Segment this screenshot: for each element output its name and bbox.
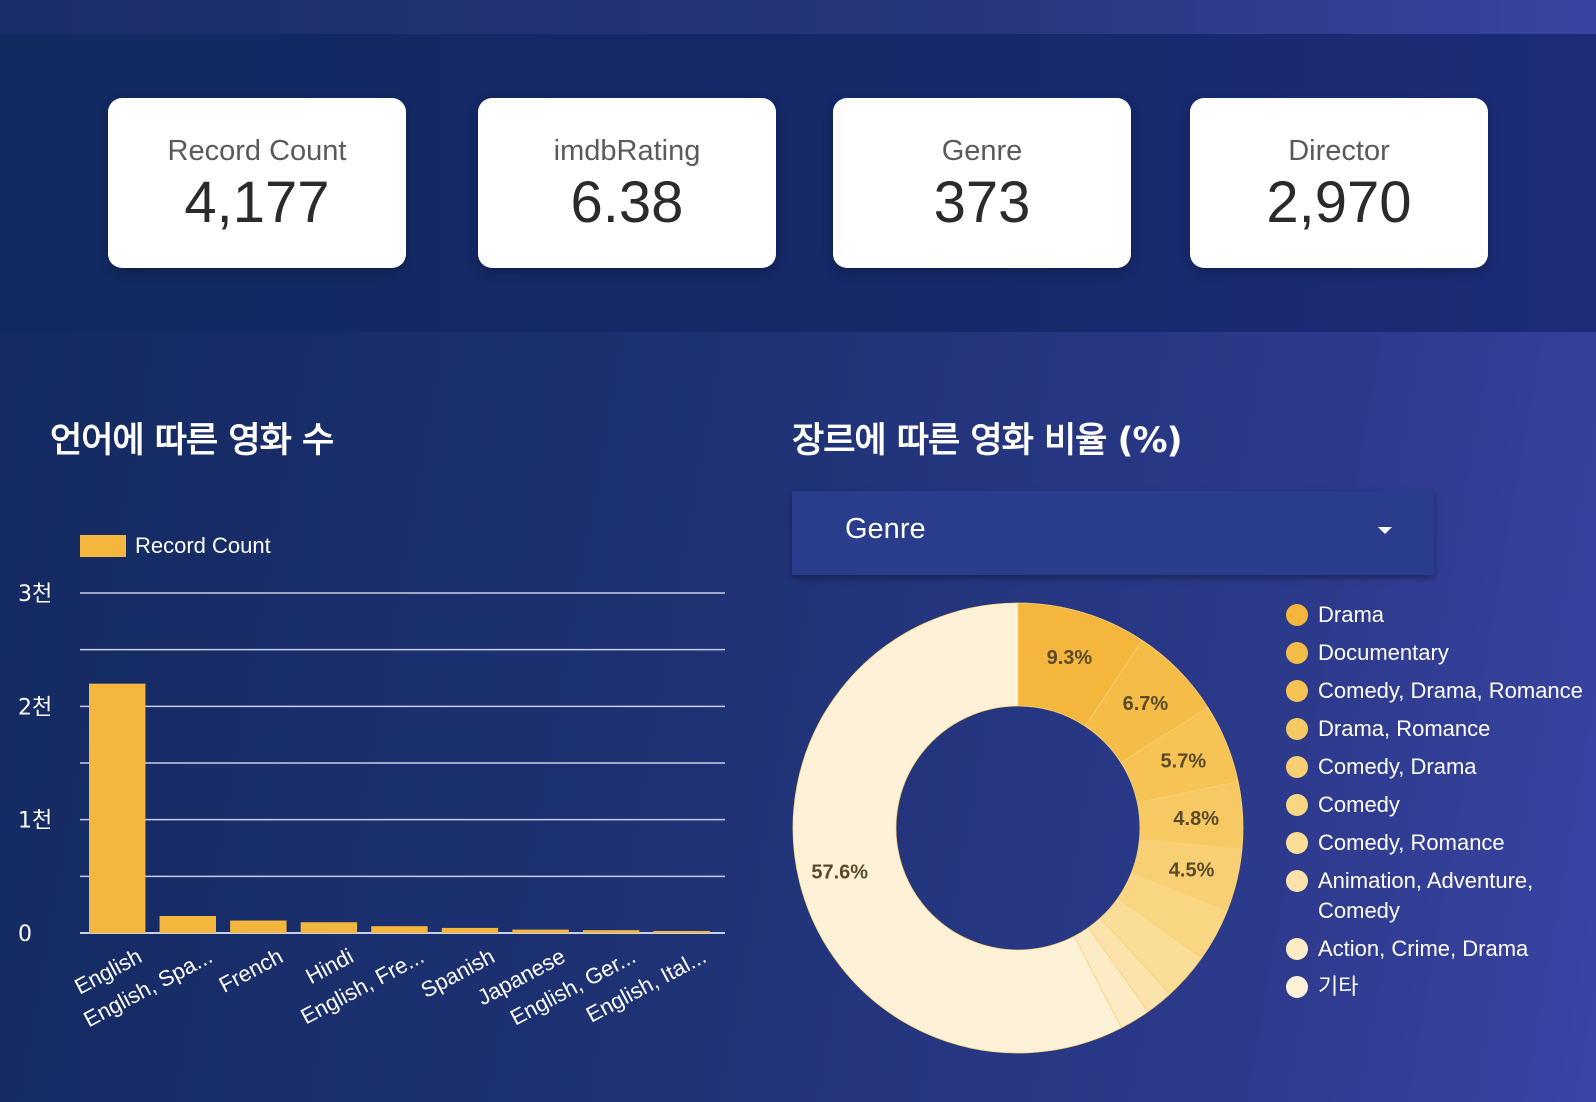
slice-label: 9.3% xyxy=(1047,647,1093,669)
slice-label: 5.7% xyxy=(1161,751,1207,773)
legend-item[interactable]: Drama, Romance xyxy=(1286,714,1586,744)
legend-dot xyxy=(1286,756,1308,778)
legend-item[interactable]: Comedy xyxy=(1286,790,1586,820)
legend-item[interactable]: Documentary xyxy=(1286,638,1586,668)
slice-label: 4.5% xyxy=(1169,860,1215,882)
kpi-card-director: Director 2,970 xyxy=(1190,98,1488,268)
donut-chart: 9.3% 6.7% 5.7% 4.8% 4.5% 57.6% xyxy=(792,602,1244,1054)
legend-dot xyxy=(1286,680,1308,702)
bar-chart-legend: Record Count xyxy=(80,531,271,561)
legend-item[interactable]: Animation, Adventure, Comedy xyxy=(1286,866,1586,926)
kpi-value: 373 xyxy=(933,170,1031,235)
legend-dot xyxy=(1286,642,1308,664)
legend-label: Comedy xyxy=(1318,792,1400,817)
legend-label: Comedy, Drama, Romance xyxy=(1318,678,1583,703)
legend-label: Documentary xyxy=(1318,640,1449,665)
y-tick-label: 2천 xyxy=(18,695,52,720)
y-tick-label: 3천 xyxy=(18,582,52,607)
legend-item[interactable]: Action, Crime, Drama xyxy=(1286,934,1586,964)
legend-dot xyxy=(1286,870,1308,892)
x-tick-label: French xyxy=(215,943,287,997)
legend-label: Record Count xyxy=(135,533,271,558)
kpi-label: Record Count xyxy=(167,135,347,167)
bar[interactable] xyxy=(89,683,146,933)
legend-dot xyxy=(1286,832,1308,854)
legend-label: Comedy, Romance xyxy=(1318,830,1505,855)
legend-dot xyxy=(1286,976,1308,998)
legend-dot xyxy=(1286,718,1308,740)
bar[interactable] xyxy=(582,930,640,933)
bar[interactable] xyxy=(230,920,287,933)
kpi-label: Genre xyxy=(941,135,1023,167)
bar[interactable] xyxy=(159,916,216,933)
legend-dot xyxy=(1286,604,1308,626)
bar[interactable] xyxy=(653,930,710,933)
legend-label: Drama xyxy=(1318,602,1385,627)
kpi-value: 4,177 xyxy=(184,170,330,235)
slice-label: 4.8% xyxy=(1173,808,1219,830)
legend-dot xyxy=(1286,938,1308,960)
donut-legend: Drama Documentary Comedy, Drama, Romance Dr… xyxy=(1286,600,1586,1010)
legend-item[interactable]: 기타 xyxy=(1286,972,1586,1002)
legend-label: 기타 xyxy=(1318,974,1359,999)
bar-chart-title: 언어에 따른 영화 수 xyxy=(50,421,334,461)
legend-item[interactable]: Comedy, Drama xyxy=(1286,752,1586,782)
bar-chart: 01천2천3천EnglishEnglish, Spa...French Hindi… xyxy=(18,582,725,1032)
legend-dot xyxy=(1286,794,1308,816)
y-tick-label: 0 xyxy=(18,922,32,947)
bar[interactable] xyxy=(300,922,358,933)
y-tick-label: 1천 xyxy=(18,809,52,834)
top-header-bar xyxy=(0,0,1596,34)
legend-item[interactable]: Drama xyxy=(1286,600,1586,630)
slice-label: 6.7% xyxy=(1123,693,1169,715)
legend-label: Drama, Romance xyxy=(1318,716,1491,741)
legend-item[interactable]: Comedy, Romance xyxy=(1286,828,1586,858)
bar[interactable] xyxy=(371,926,428,933)
slice-label: 57.6% xyxy=(811,861,868,883)
kpi-value: 6.38 xyxy=(570,170,684,235)
caret-down-icon xyxy=(1378,527,1392,534)
kpi-label: Director xyxy=(1288,135,1390,167)
legend-label: Action, Crime, Drama xyxy=(1318,936,1529,961)
kpi-label: imdbRating xyxy=(553,135,701,167)
legend-item[interactable]: Comedy, Drama, Romance xyxy=(1286,676,1586,706)
legend-label: Comedy, Drama xyxy=(1318,754,1477,779)
genre-dropdown[interactable]: Genre xyxy=(792,491,1434,575)
dropdown-label: Genre xyxy=(845,513,926,545)
legend-swatch xyxy=(80,535,126,557)
legend-label: Animation, Adventure, Comedy xyxy=(1318,868,1534,923)
kpi-card-genre: Genre 373 xyxy=(833,98,1131,268)
bar[interactable] xyxy=(512,929,569,933)
kpi-card-imdb-rating: imdbRating 6.38 xyxy=(478,98,776,268)
kpi-value: 2,970 xyxy=(1266,170,1412,235)
kpi-card-record-count: Record Count 4,177 xyxy=(108,98,406,268)
bar[interactable] xyxy=(441,927,499,933)
donut-chart-title: 장르에 따른 영화 비율 (%) xyxy=(792,421,1183,461)
